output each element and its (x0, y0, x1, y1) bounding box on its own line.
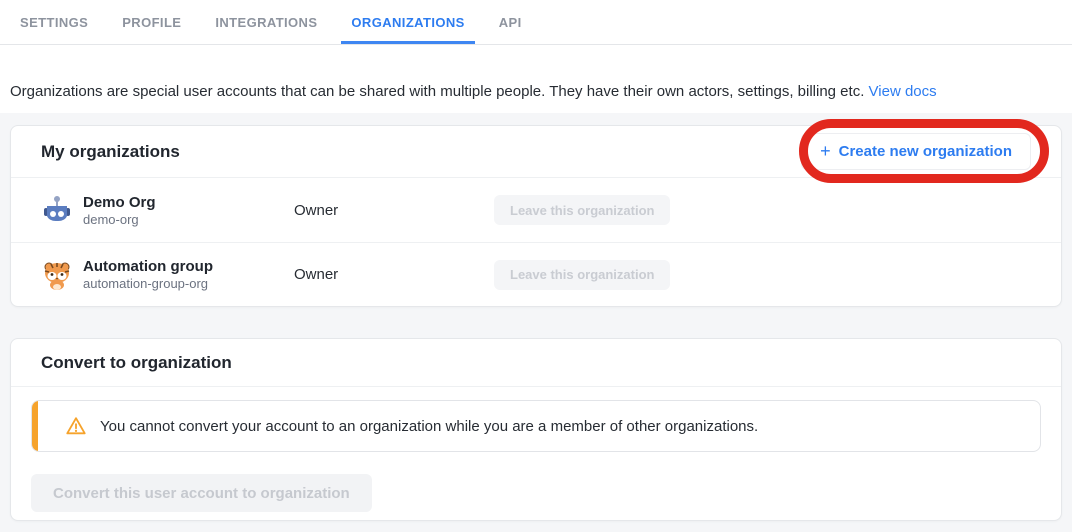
tab-settings[interactable]: SETTINGS (10, 0, 98, 44)
convert-account-button[interactable]: Convert this user account to organizatio… (31, 474, 372, 512)
my-organizations-title: My organizations (41, 142, 180, 162)
create-new-organization-label: Create new organization (839, 143, 1012, 160)
convert-header: Convert to organization (11, 339, 1061, 387)
organization-identity: Demo Org demo-org (41, 193, 294, 228)
organization-name: Automation group (83, 257, 213, 276)
organization-name-block: Demo Org demo-org (83, 193, 156, 228)
warning-text: You cannot convert your account to an or… (100, 418, 758, 435)
robot-avatar-icon (41, 194, 73, 226)
content-area: My organizations + Create new organizati… (0, 113, 1072, 532)
warning-banner: You cannot convert your account to an or… (31, 400, 1041, 452)
tab-api[interactable]: API (489, 0, 532, 44)
organization-role: Owner (294, 266, 494, 283)
organization-role: Owner (294, 202, 494, 219)
organization-name: Demo Org (83, 193, 156, 212)
convert-to-organization-card: Convert to organization You cannot conve… (10, 338, 1062, 521)
organizations-intro: Organizations are special user accounts … (10, 83, 1062, 100)
organization-name-block: Automation group automation-group-org (83, 257, 213, 292)
tab-organizations[interactable]: ORGANIZATIONS (341, 0, 474, 44)
warning-triangle-icon (65, 415, 87, 437)
view-docs-link[interactable]: View docs (869, 83, 937, 100)
create-new-organization-button[interactable]: + Create new organization (801, 133, 1031, 170)
leave-organization-button[interactable]: Leave this organization (494, 260, 670, 290)
plus-icon: + (820, 142, 831, 160)
leave-organization-button[interactable]: Leave this organization (494, 195, 670, 225)
organization-slug: demo-org (83, 212, 156, 228)
intro-text: Organizations are special user accounts … (10, 83, 864, 100)
tab-integrations[interactable]: INTEGRATIONS (205, 0, 327, 44)
organization-row-demo-org: Demo Org demo-org Owner Leave this organ… (11, 178, 1061, 242)
my-organizations-header: My organizations + Create new organizati… (11, 126, 1061, 178)
organization-row-automation-group: Automation group automation-group-org Ow… (11, 242, 1061, 306)
organization-slug: automation-group-org (83, 276, 213, 292)
settings-tab-bar: SETTINGS PROFILE INTEGRATIONS ORGANIZATI… (0, 0, 1072, 45)
convert-title: Convert to organization (41, 353, 232, 373)
tab-profile[interactable]: PROFILE (112, 0, 191, 44)
tiger-avatar-icon (41, 259, 73, 291)
my-organizations-card: My organizations + Create new organizati… (10, 125, 1062, 307)
organization-identity: Automation group automation-group-org (41, 257, 294, 292)
